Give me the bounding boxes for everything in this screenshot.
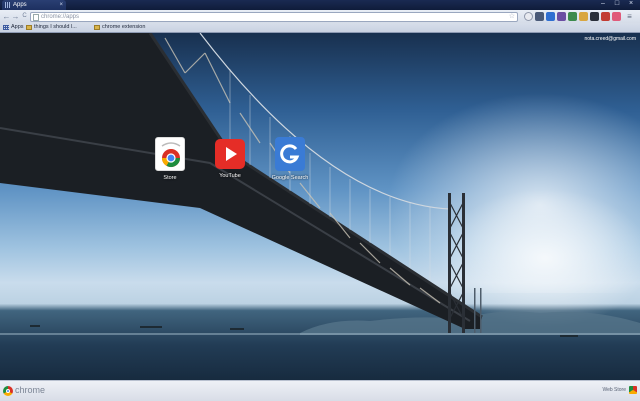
maximize-button[interactable]: □ bbox=[610, 0, 624, 8]
tab-title: Apps bbox=[13, 2, 27, 8]
folder-icon bbox=[94, 25, 100, 30]
google-g-icon bbox=[275, 137, 305, 171]
bookmark-apps[interactable]: Apps bbox=[3, 23, 24, 32]
account-email[interactable]: nota.creed@gmail.com bbox=[585, 36, 637, 42]
app-youtube[interactable]: YouTube bbox=[200, 137, 260, 179]
reload-button[interactable]: C bbox=[20, 12, 29, 21]
app-google-search[interactable]: Google Search bbox=[260, 137, 320, 181]
page-icon bbox=[33, 14, 39, 21]
extension-red-icon[interactable] bbox=[601, 12, 610, 21]
tab-strip: Apps × – □ × bbox=[0, 0, 640, 10]
folder-icon bbox=[26, 25, 32, 30]
close-window-button[interactable]: × bbox=[624, 0, 638, 8]
extension-mail-icon[interactable] bbox=[535, 12, 544, 21]
bridge-wallpaper bbox=[0, 33, 640, 337]
extension-globe-icon[interactable] bbox=[524, 12, 533, 21]
youtube-play-icon bbox=[215, 139, 245, 169]
chrome-logo-icon bbox=[161, 142, 181, 168]
bookmark-folder-things[interactable]: things I should l... bbox=[26, 23, 77, 32]
chrome-brand: chrome bbox=[15, 385, 46, 395]
extension-pink-icon[interactable] bbox=[612, 12, 621, 21]
web-store-link[interactable]: Web Store bbox=[602, 387, 626, 393]
app-label: Google Search bbox=[271, 175, 309, 181]
minimize-button[interactable]: – bbox=[596, 0, 610, 8]
web-store-icon[interactable] bbox=[629, 386, 637, 394]
apps-grid-icon bbox=[5, 2, 11, 8]
extension-gold-icon[interactable] bbox=[579, 12, 588, 21]
store-icon bbox=[155, 137, 185, 171]
bookmark-folder-chrome-extension[interactable]: chrome extension bbox=[94, 23, 145, 32]
extension-green-icon[interactable] bbox=[568, 12, 577, 21]
bookmark-label: chrome extension bbox=[102, 24, 146, 30]
bookmark-star-icon[interactable]: ☆ bbox=[509, 13, 515, 21]
tab-apps[interactable]: Apps × bbox=[2, 0, 66, 10]
menu-icon[interactable]: ≡ bbox=[625, 12, 634, 21]
omnibox[interactable]: chrome://apps ☆ bbox=[30, 12, 518, 22]
bookmark-label: things I should l... bbox=[34, 24, 77, 30]
app-label: YouTube bbox=[219, 173, 241, 179]
toolbar: ← → C chrome://apps ☆ ≡ bbox=[0, 10, 640, 24]
extension-blue-icon[interactable] bbox=[546, 12, 555, 21]
app-label: Store bbox=[163, 175, 177, 181]
extension-purple-icon[interactable] bbox=[557, 12, 566, 21]
bottom-bar: chrome Web Store bbox=[0, 380, 640, 401]
back-button[interactable]: ← bbox=[2, 12, 11, 21]
apps-grid-icon bbox=[3, 25, 9, 30]
bookmarks-bar: Apps things I should l... chrome extensi… bbox=[0, 23, 640, 33]
url-text[interactable]: chrome://apps bbox=[41, 13, 79, 21]
chrome-logo-icon bbox=[3, 386, 13, 396]
apps-page-background: nota.creed@gmail.com Store YouTube Googl… bbox=[0, 33, 640, 380]
extension-dark-icon[interactable] bbox=[590, 12, 599, 21]
app-store[interactable]: Store bbox=[140, 137, 200, 181]
forward-button[interactable]: → bbox=[11, 12, 20, 21]
close-tab-icon[interactable]: × bbox=[59, 2, 63, 8]
bookmark-label: Apps bbox=[11, 24, 24, 30]
